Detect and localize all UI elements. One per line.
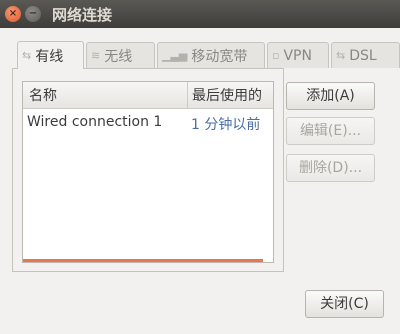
close-button[interactable]: 关闭(C) bbox=[305, 290, 384, 318]
tab-wired[interactable]: ⇆ 有线 bbox=[17, 41, 84, 69]
list-header: 名称 最后使用的 bbox=[23, 82, 273, 109]
lock-icon: ▫ bbox=[272, 49, 280, 62]
tab-panel: 名称 最后使用的 Wired connection 1 1 分钟以前 bbox=[12, 68, 284, 272]
tab-label: 移动宽带 bbox=[191, 48, 248, 65]
tab-label: 无线 bbox=[104, 48, 133, 65]
edit-button[interactable]: 编辑(E)... bbox=[286, 117, 375, 145]
tab-mobile-broadband[interactable]: ▁▃▅ 移动宽带 bbox=[157, 42, 265, 68]
connections-list[interactable]: 名称 最后使用的 Wired connection 1 1 分钟以前 bbox=[22, 81, 274, 263]
title-bar: × − 网络连接 bbox=[0, 0, 400, 28]
connection-last-used: 1 分钟以前 bbox=[191, 117, 261, 133]
connection-type-notebook: ⇆ 有线 ≋ 无线 ▁▃▅ 移动宽带 ▫ VPN ⇆ DSL 名称 最后使用的 bbox=[12, 41, 400, 272]
window-minimize-icon[interactable]: − bbox=[25, 6, 41, 22]
connection-name: Wired connection 1 bbox=[27, 114, 163, 130]
column-header-last-used[interactable]: 最后使用的 bbox=[192, 85, 262, 105]
window-title: 网络连接 bbox=[52, 6, 113, 24]
tab-vpn[interactable]: ▫ VPN bbox=[267, 42, 329, 68]
dsl-icon: ⇆ bbox=[336, 49, 346, 62]
column-divider[interactable] bbox=[187, 82, 188, 108]
add-button[interactable]: 添加(A) bbox=[286, 82, 375, 110]
tab-wireless[interactable]: ≋ 无线 bbox=[86, 42, 155, 68]
wifi-icon: ≋ bbox=[91, 49, 101, 62]
column-header-name[interactable]: 名称 bbox=[29, 85, 57, 105]
signal-icon: ▁▃▅ bbox=[162, 49, 188, 62]
wired-icon: ⇆ bbox=[22, 49, 32, 62]
tab-label: VPN bbox=[283, 47, 312, 64]
window-close-icon[interactable]: × bbox=[5, 6, 21, 22]
tab-label: 有线 bbox=[35, 48, 64, 65]
table-row[interactable]: Wired connection 1 1 分钟以前 bbox=[23, 114, 273, 136]
tab-dsl[interactable]: ⇆ DSL bbox=[331, 42, 400, 68]
scroll-indicator bbox=[23, 259, 263, 262]
tab-label: DSL bbox=[349, 47, 377, 64]
delete-button[interactable]: 删除(D)... bbox=[286, 154, 375, 182]
network-connections-window: × − 网络连接 ⇆ 有线 ≋ 无线 ▁▃▅ 移动宽带 ▫ VPN ⇆ DSL … bbox=[0, 0, 400, 334]
